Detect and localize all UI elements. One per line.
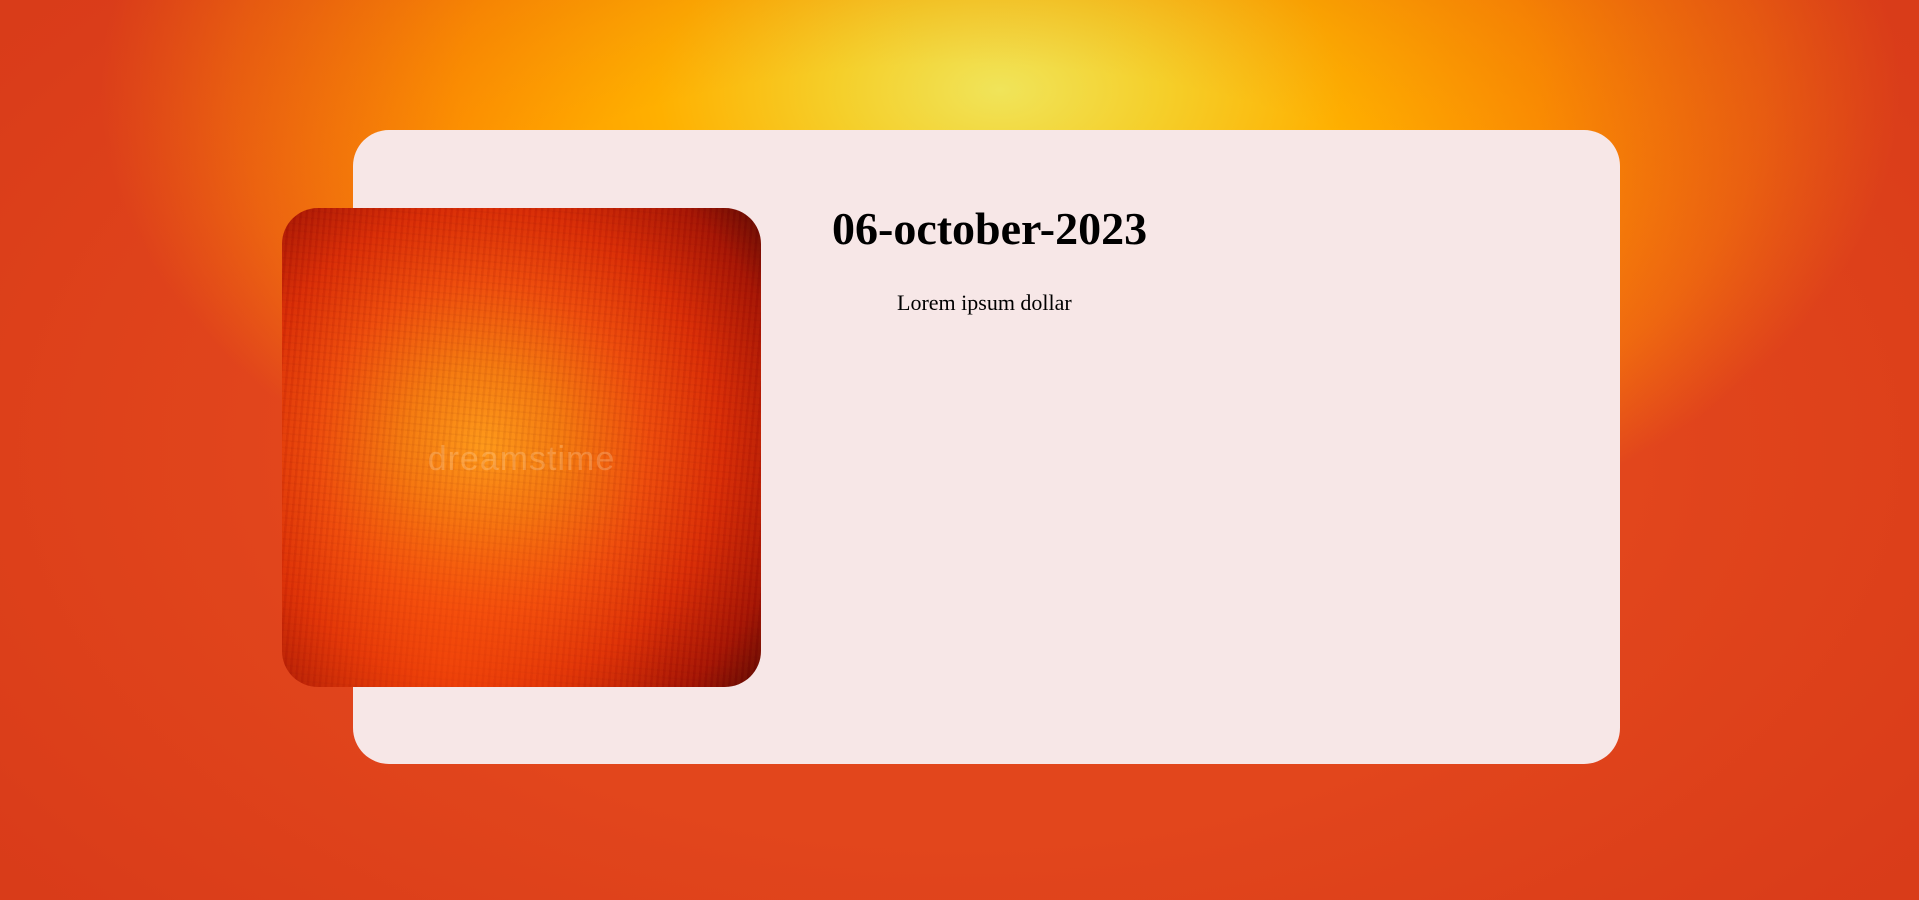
card-image: dreamstime — [282, 208, 761, 687]
image-watermark: dreamstime — [427, 440, 616, 478]
card-date-title: 06-october-2023 — [832, 203, 1148, 254]
card-subtitle: Lorem ipsum dollar — [897, 290, 1072, 315]
